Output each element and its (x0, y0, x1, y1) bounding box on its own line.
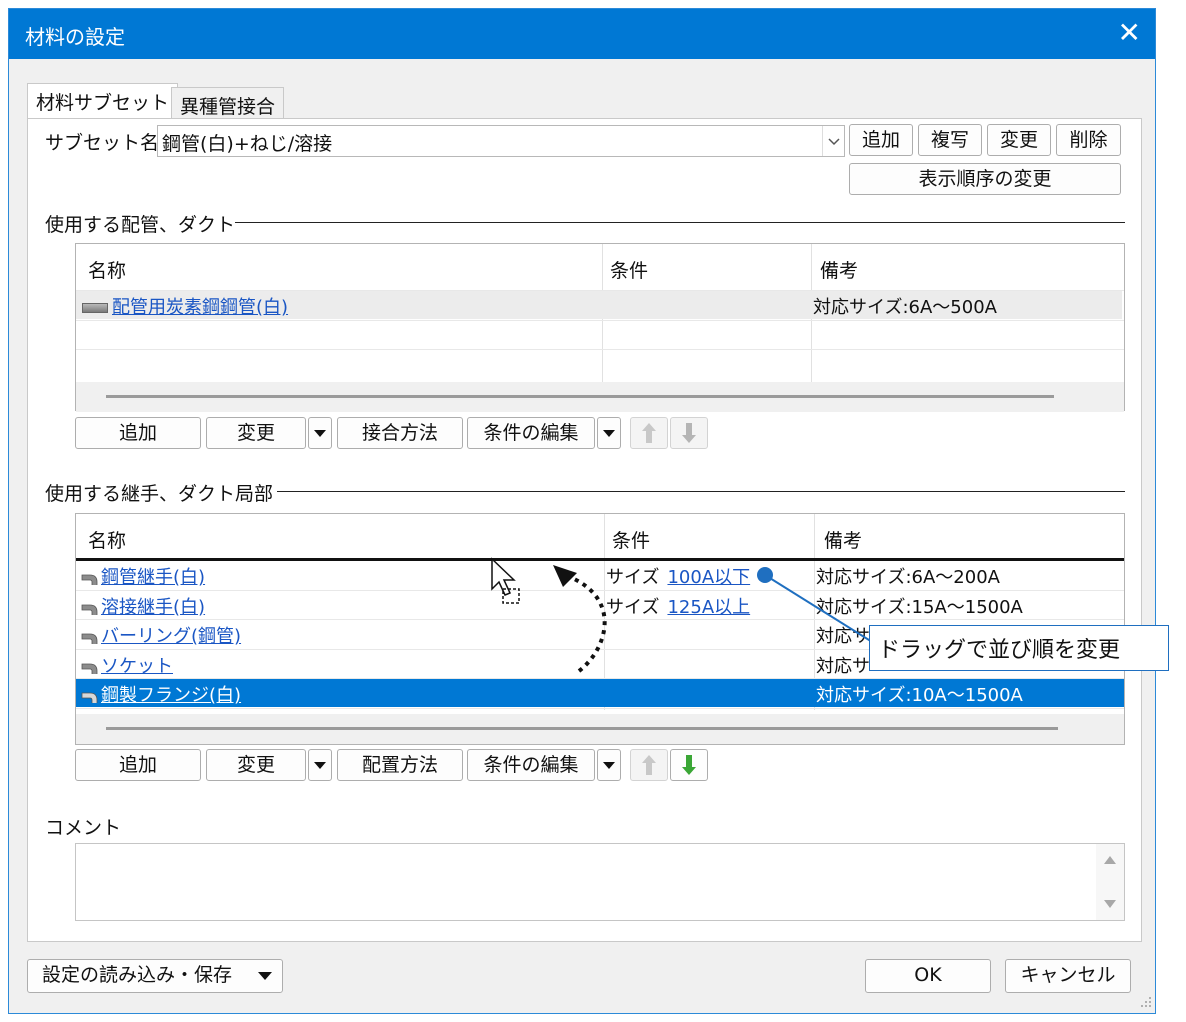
close-icon[interactable]: ✕ (1118, 15, 1141, 51)
resize-grip-icon[interactable] (1137, 993, 1153, 1009)
fitting-name-link[interactable]: 鋼管継手(白) (101, 567, 205, 588)
ok-button[interactable]: OK (865, 959, 991, 993)
caret-down-icon (314, 762, 326, 769)
row-name-cell: バーリング(鋼管) (80, 622, 241, 648)
arrow-down-icon (682, 755, 696, 775)
tab-dissimilar-joint[interactable]: 異種管接合 (171, 87, 285, 119)
pipes-grid[interactable]: 名称 条件 備考 配管用炭素鋼鋼管(白) 対応サイズ:6A〜500A (75, 243, 1125, 412)
fitting-add-button[interactable]: 追加 (75, 749, 201, 781)
column-header-name: 名称 (88, 530, 127, 552)
horizontal-scrollbar[interactable] (76, 714, 1124, 744)
section-divider (277, 491, 1125, 492)
column-header-condition: 条件 (612, 530, 651, 552)
scrollbar-thumb[interactable] (106, 395, 1054, 398)
row-divider (76, 349, 1124, 350)
elbow-fitting-icon (81, 663, 98, 674)
pipe-edit-condition-button[interactable]: 条件の編集 (467, 417, 595, 449)
pipe-edit-condition-dropdown[interactable] (597, 417, 621, 449)
subset-add-button[interactable]: 追加 (849, 124, 913, 156)
fittings-section-title: 使用する継手、ダクト局部 (45, 483, 274, 505)
drag-tooltip: ドラッグで並び順を変更 (869, 625, 1169, 671)
table-row[interactable]: 配管用炭素鋼鋼管(白) 対応サイズ:6A〜500A (76, 291, 1122, 319)
fitting-move-down-button[interactable] (670, 749, 708, 781)
fitting-edit-condition-dropdown[interactable] (597, 749, 621, 781)
pipes-section-title: 使用する配管、ダクト (45, 214, 236, 236)
pipe-add-button[interactable]: 追加 (75, 417, 201, 449)
column-header-notes: 備考 (824, 530, 863, 552)
row-divider (76, 708, 1124, 709)
arrow-up-icon (642, 423, 656, 443)
row-name-cell: 鋼管継手(白) (80, 563, 205, 589)
load-save-label: 設定の読み込み・保存 (42, 964, 233, 986)
pipe-name-link[interactable]: 配管用炭素鋼鋼管(白) (112, 297, 288, 318)
pipe-move-down-button[interactable] (670, 417, 708, 449)
change-display-order-button[interactable]: 表示順序の変更 (849, 163, 1121, 195)
title-bar[interactable]: 材料の設定 ✕ (9, 9, 1155, 59)
caret-down-icon (603, 430, 615, 437)
subset-combo-value: 鋼管(白)+ねじ/溶接 (162, 133, 333, 155)
row-note-cell: 対応サ (816, 655, 870, 677)
row-note-cell: 対応サイズ:10A〜1500A (816, 685, 1023, 707)
pipe-change-button[interactable]: 変更 (206, 417, 306, 449)
caret-down-icon (258, 972, 272, 980)
elbow-fitting-icon (81, 633, 98, 645)
row-name-cell: ソケット (80, 652, 173, 678)
join-method-button[interactable]: 接合方法 (337, 417, 463, 449)
chevron-down-icon[interactable] (822, 126, 844, 156)
elbow-fitting-icon (81, 692, 98, 704)
row-name-cell: 溶接継手(白) (80, 593, 205, 619)
row-condition-cell (606, 681, 614, 702)
drag-cursor-icon (491, 557, 520, 604)
table-row[interactable]: 鋼製フランジ(白) 対応サイズ:10A〜1500A (76, 679, 1124, 708)
subset-change-button[interactable]: 変更 (987, 124, 1051, 156)
caret-down-icon (603, 762, 615, 769)
fitting-change-button[interactable]: 変更 (206, 749, 306, 781)
pipe-icon (82, 303, 108, 313)
vertical-scrollbar[interactable] (1096, 844, 1124, 920)
elbow-fitting-icon (81, 574, 98, 585)
row-name-cell: 配管用炭素鋼鋼管(白) (82, 293, 288, 319)
scrollbar-thumb[interactable] (106, 727, 1058, 730)
subset-delete-button[interactable]: 削除 (1056, 124, 1121, 156)
elbow-fitting-icon (81, 604, 98, 615)
fitting-edit-condition-button[interactable]: 条件の編集 (467, 749, 595, 781)
arrow-down-icon (682, 423, 696, 443)
column-header-notes: 備考 (820, 260, 859, 282)
tab-material-subset[interactable]: 材料サブセット (27, 83, 179, 119)
section-divider (235, 222, 1125, 223)
fitting-name-link[interactable]: ソケット (101, 656, 173, 677)
column-header-condition: 条件 (610, 260, 649, 282)
pipe-move-up-button[interactable] (630, 417, 668, 449)
subset-copy-button[interactable]: 複写 (918, 124, 982, 156)
fitting-move-up-button[interactable] (630, 749, 668, 781)
placement-method-button[interactable]: 配置方法 (337, 749, 463, 781)
fitting-name-link[interactable]: バーリング(鋼管) (101, 626, 241, 647)
fitting-change-dropdown[interactable] (308, 749, 332, 781)
material-settings-dialog: 材料の設定 ✕ 材料サブセット 異種管接合 サブセット名 鋼管(白)+ねじ/溶接… (8, 8, 1169, 1014)
pipe-change-dropdown[interactable] (308, 417, 332, 449)
load-save-settings-button[interactable]: 設定の読み込み・保存 (27, 959, 283, 993)
cancel-button[interactable]: キャンセル (1005, 959, 1131, 993)
row-divider (76, 320, 1124, 321)
fitting-name-link[interactable]: 溶接継手(白) (101, 597, 205, 618)
window-title: 材料の設定 (25, 25, 125, 49)
callout-line (757, 567, 878, 646)
column-header-name: 名称 (88, 260, 127, 282)
arrow-up-icon (642, 755, 656, 775)
row-name-cell: 鋼製フランジ(白) (80, 681, 241, 707)
fitting-name-link[interactable]: 鋼製フランジ(白) (101, 685, 241, 706)
comment-label: コメント (45, 817, 122, 839)
subset-combo[interactable]: 鋼管(白)+ねじ/溶接 (157, 125, 845, 157)
subset-label: サブセット名 (45, 132, 160, 154)
horizontal-scrollbar[interactable] (76, 382, 1124, 412)
comment-textarea[interactable] (75, 843, 1125, 921)
caret-down-icon (314, 430, 326, 437)
row-note-cell: 対応サイズ:6A〜500A (813, 297, 997, 318)
